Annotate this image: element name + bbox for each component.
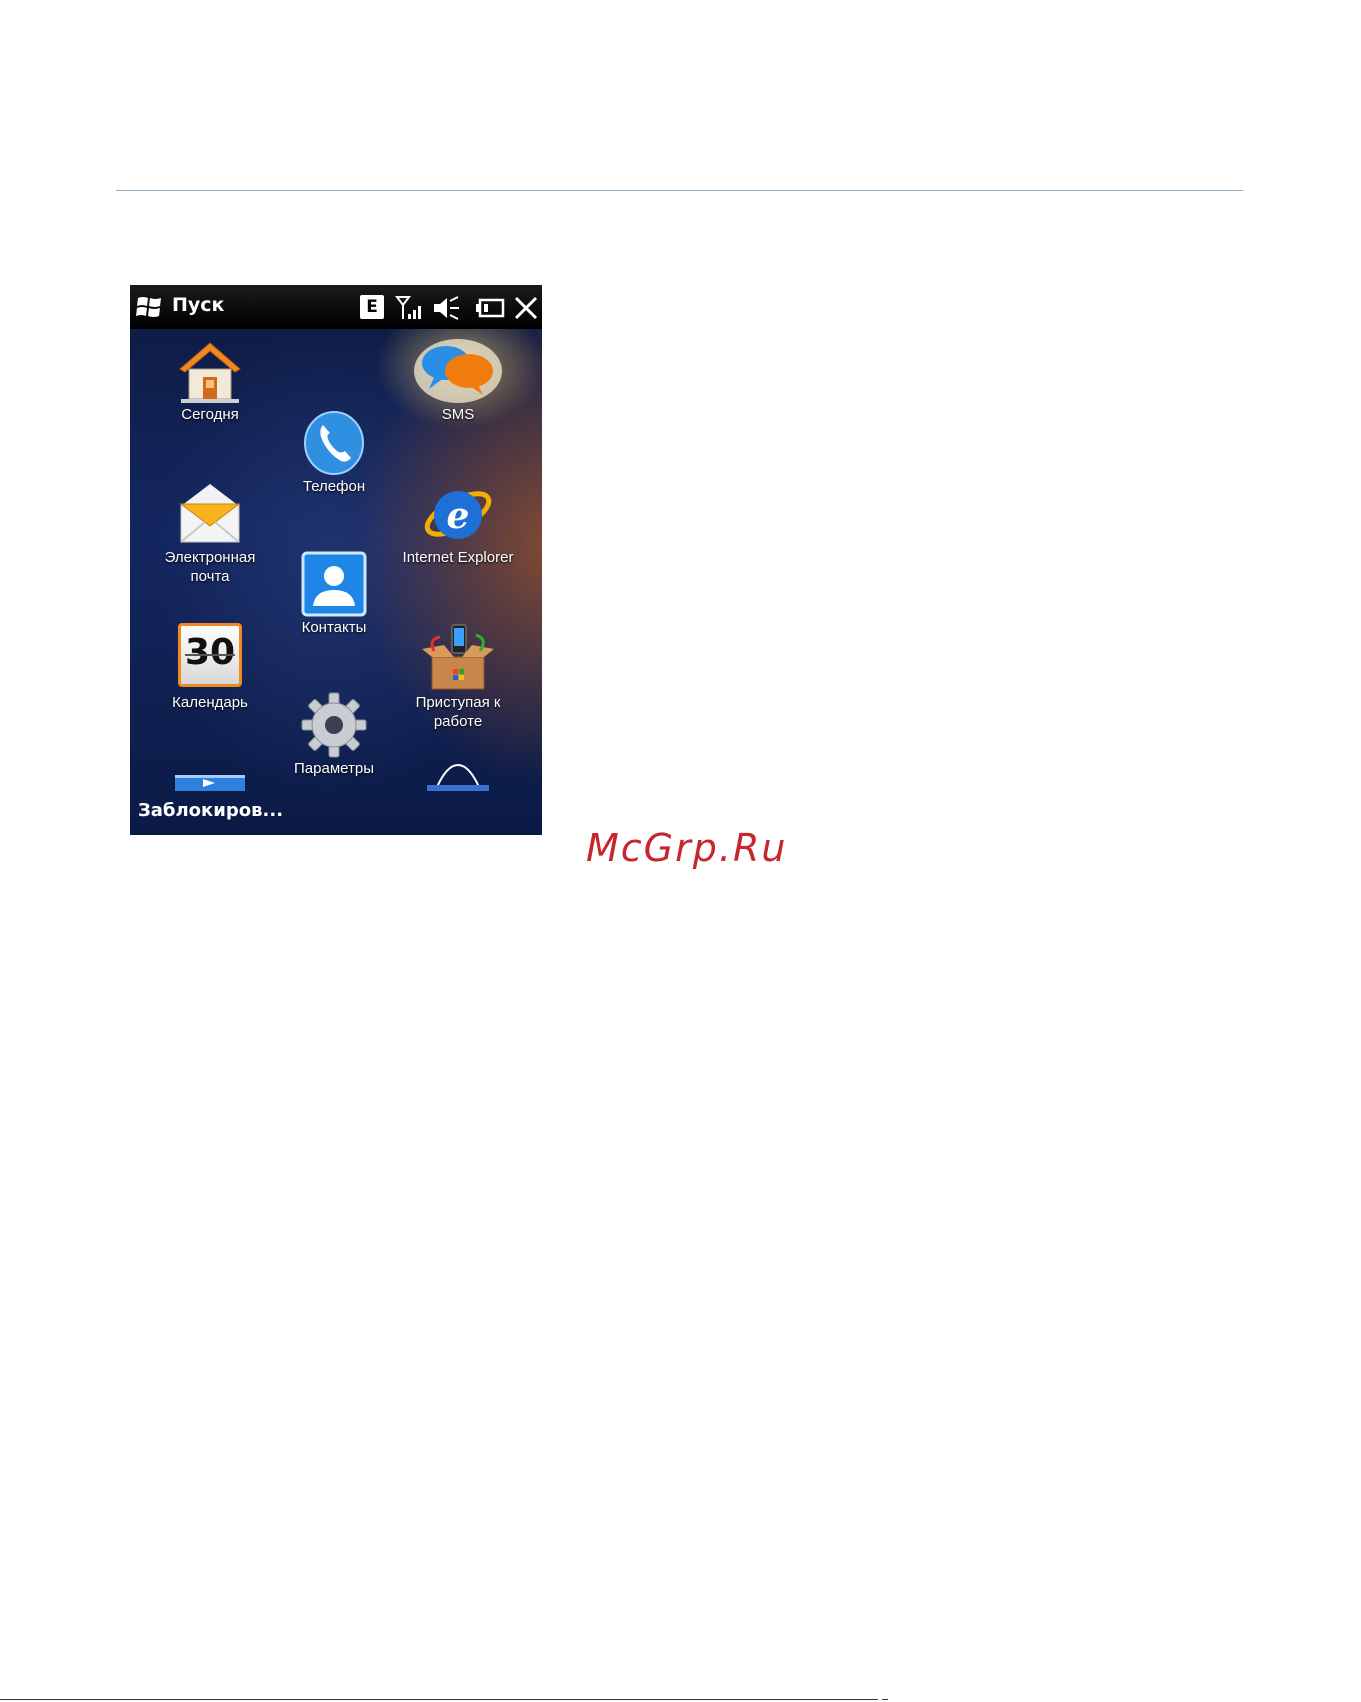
email-icon [179,484,241,543]
app-today[interactable]: Сегодня [150,337,270,424]
calendar-icon: 30 [178,623,242,687]
getting-started-icon [422,624,494,690]
app-label: Календарь [172,694,248,711]
app-sms[interactable]: SMS [398,337,518,424]
app-calendar[interactable]: 30 Календарь [150,623,270,712]
app-label: Параметры [294,760,374,777]
battery-icon[interactable] [475,295,505,321]
app-label: Приступая к работе [415,694,501,730]
internet-explorer-icon: e [424,491,492,539]
svg-text:e: e [447,495,470,537]
wm-start-screen: Пуск E Сегодня Телефон SMS Электронная п… [130,285,542,835]
title-bar: Пуск E [130,285,542,329]
windows-flag-icon[interactable] [135,294,163,320]
app-label: Internet Explorer [402,549,514,566]
app-settings[interactable]: Параметры [274,691,394,778]
watermark-text: McGrp.Ru [586,826,788,870]
volume-muted-icon[interactable] [432,295,460,321]
signal-strength-icon[interactable] [395,295,421,321]
sms-icon [414,339,502,403]
top-divider [116,190,1243,191]
calendar-day-number: 30 [184,632,236,673]
app-label: Телефон [302,478,366,495]
app-label: SMS [441,406,475,423]
bottom-divider [0,1699,878,1700]
bottom-divider-tick [882,1699,888,1700]
settings-gear-icon [301,692,367,758]
app-label: Сегодня [181,406,239,423]
app-email[interactable]: Электронная почта [150,480,270,586]
network-edge-icon[interactable]: E [360,295,384,319]
close-icon[interactable] [514,295,538,321]
contacts-icon [301,551,367,617]
partial-app-icon[interactable] [427,763,489,791]
app-label: Электронная почта [164,549,256,585]
left-softkey[interactable]: Заблокиров... [138,800,283,821]
app-label: Контакты [301,619,367,636]
title-text[interactable]: Пуск [172,294,224,316]
app-contacts[interactable]: Контакты [274,550,394,637]
app-getting-started[interactable]: Приступая к работе [398,621,518,731]
home-icon [179,342,241,403]
app-phone[interactable]: Телефон [274,407,394,496]
partial-app-icon[interactable] [175,767,245,791]
app-internet-explorer[interactable]: e Internet Explorer [398,478,518,567]
phone-icon [304,411,364,475]
